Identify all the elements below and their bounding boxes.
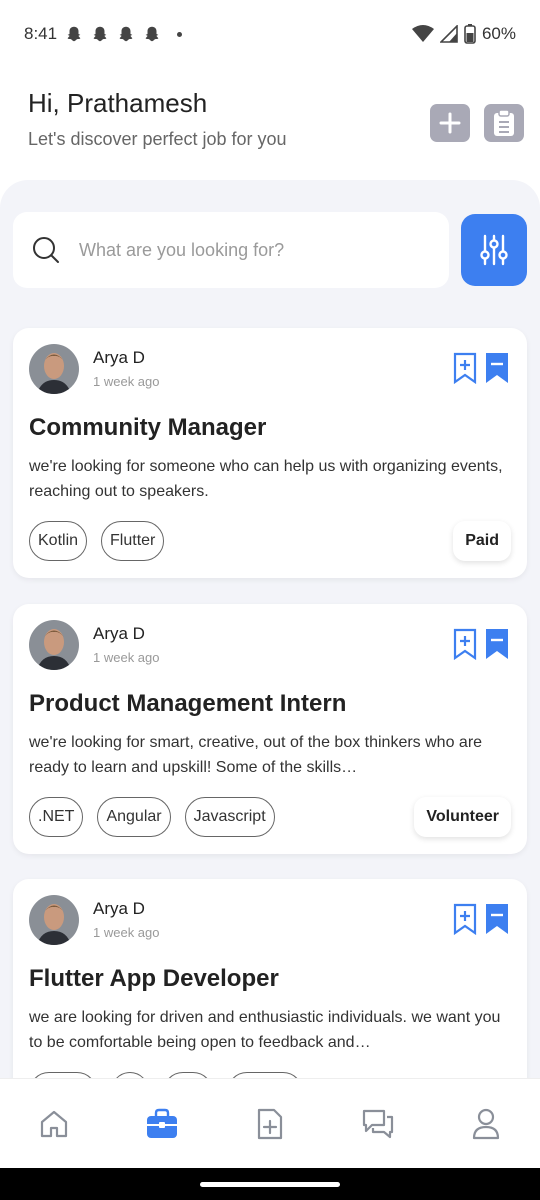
job-description: we're looking for someone who can help u… bbox=[29, 458, 503, 500]
battery-icon bbox=[464, 24, 476, 44]
search-icon bbox=[33, 237, 59, 263]
nav-jobs[interactable] bbox=[132, 1094, 192, 1154]
home-icon bbox=[40, 1110, 68, 1137]
job-description: we're looking for smart, creative, out o… bbox=[29, 734, 483, 776]
clipboard-icon bbox=[494, 109, 514, 136]
search-placeholder: What are you looking for? bbox=[79, 239, 285, 260]
author-name: Arya D bbox=[93, 899, 145, 918]
bookmark-remove-icon[interactable] bbox=[485, 352, 509, 384]
more-notifications-icon bbox=[177, 31, 183, 37]
skill-tag[interactable]: Flutter bbox=[101, 521, 165, 561]
skill-tag[interactable]: Angular bbox=[97, 797, 171, 837]
status-time: 8:41 bbox=[24, 24, 58, 43]
add-job-button[interactable] bbox=[430, 104, 470, 142]
job-card[interactable]: Arya D 1 week ago Product Management Int… bbox=[13, 604, 527, 854]
bookmark-add-icon[interactable] bbox=[453, 352, 477, 384]
author-name: Arya D bbox=[93, 348, 145, 367]
status-bar: 8:41 60% bbox=[0, 0, 540, 68]
main-content: What are you looking for? Arya D 1 week … bbox=[0, 180, 540, 1080]
bookmark-actions bbox=[453, 903, 509, 935]
skill-tags: Kotlin Flutter bbox=[29, 521, 165, 561]
pay-type-badge: Paid bbox=[453, 521, 511, 561]
bookmark-add-icon[interactable] bbox=[453, 628, 477, 660]
profile-icon bbox=[472, 1108, 500, 1139]
posted-time: 1 week ago bbox=[93, 374, 160, 389]
battery-level: 60% bbox=[481, 24, 516, 43]
clipboard-button[interactable] bbox=[484, 104, 524, 142]
skill-tag[interactable]: Kotlin bbox=[29, 521, 88, 561]
nav-chat[interactable] bbox=[348, 1094, 408, 1154]
author-name: Arya D bbox=[93, 624, 145, 643]
job-title: Community Manager bbox=[29, 414, 267, 441]
briefcase-icon bbox=[147, 1108, 177, 1138]
bookmark-add-icon[interactable] bbox=[453, 903, 477, 935]
snapchat-notification-icon bbox=[67, 26, 81, 42]
signal-icon bbox=[439, 25, 458, 43]
avatar bbox=[29, 344, 79, 394]
posted-time: 1 week ago bbox=[93, 650, 160, 665]
search-input[interactable]: What are you looking for? bbox=[13, 212, 449, 288]
skill-tag[interactable]: .NET bbox=[29, 797, 84, 837]
job-title: Product Management Intern bbox=[29, 690, 347, 717]
job-card[interactable]: Arya D 1 week ago Community Manager we'r… bbox=[13, 328, 527, 578]
chat-icon bbox=[362, 1109, 394, 1138]
snapchat-notification-icon bbox=[145, 26, 159, 42]
avatar bbox=[29, 620, 79, 670]
snapchat-notification-icon bbox=[119, 26, 133, 42]
job-description: we are looking for driven and enthusiast… bbox=[29, 1009, 501, 1051]
snapchat-notification-icon bbox=[93, 26, 107, 42]
skill-tags: .NET Angular Javascript bbox=[29, 797, 275, 837]
nav-profile[interactable] bbox=[456, 1094, 516, 1154]
skill-tag[interactable]: Javascript bbox=[184, 797, 275, 837]
pay-type-badge: Volunteer bbox=[414, 797, 511, 837]
bookmark-actions bbox=[453, 628, 509, 660]
gesture-navigation-bar bbox=[0, 1168, 540, 1200]
add-document-icon bbox=[257, 1108, 283, 1139]
bottom-navigation bbox=[0, 1078, 540, 1168]
filter-sliders-icon bbox=[480, 234, 508, 266]
avatar bbox=[29, 895, 79, 945]
bookmark-remove-icon[interactable] bbox=[485, 903, 509, 935]
job-title: Flutter App Developer bbox=[29, 965, 279, 992]
posted-time: 1 week ago bbox=[93, 925, 160, 940]
plus-icon bbox=[439, 112, 461, 134]
filter-button[interactable] bbox=[461, 214, 527, 286]
job-card[interactable]: Arya D 1 week ago Flutter App Developer … bbox=[13, 879, 527, 1080]
home-gesture-handle[interactable] bbox=[200, 1182, 340, 1187]
bookmark-remove-icon[interactable] bbox=[485, 628, 509, 660]
header-actions bbox=[430, 104, 524, 142]
nav-post[interactable] bbox=[240, 1094, 300, 1154]
wifi-icon bbox=[411, 25, 434, 42]
nav-home[interactable] bbox=[24, 1094, 84, 1154]
bookmark-actions bbox=[453, 352, 509, 384]
